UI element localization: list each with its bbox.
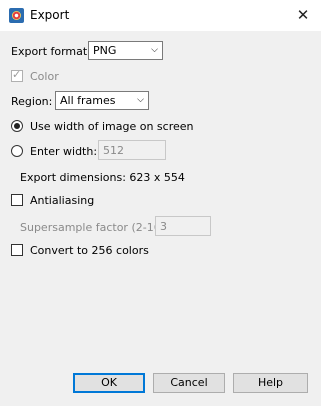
export-format-label: Export format: <box>11 45 91 58</box>
supersample-input[interactable]: 3 <box>155 216 211 236</box>
help-button[interactable]: Help <box>233 373 308 393</box>
export-format-value: PNG <box>93 44 117 57</box>
export-format-select[interactable]: PNG ⌵ <box>88 41 163 60</box>
export-dimensions: Export dimensions: 623 x 554 <box>20 171 185 184</box>
region-label: Region: <box>11 95 53 108</box>
close-icon[interactable]: ✕ <box>289 3 317 27</box>
title-bar: Export ✕ <box>0 0 321 31</box>
width-input-value: 512 <box>103 144 124 157</box>
convert-256-checkbox[interactable] <box>11 244 23 256</box>
radio-enter-width[interactable] <box>11 145 23 157</box>
window-title: Export <box>30 8 70 22</box>
color-checkbox[interactable]: ✓ <box>11 68 23 82</box>
enter-width-label: Enter width: <box>30 145 98 158</box>
region-value: All frames <box>60 94 116 107</box>
supersample-input-value: 3 <box>160 220 167 233</box>
region-select[interactable]: All frames ⌵ <box>55 91 149 110</box>
chevron-down-icon: ⌵ <box>151 45 158 55</box>
check-icon: ✓ <box>12 68 22 81</box>
width-input[interactable]: 512 <box>98 140 166 160</box>
antialiasing-checkbox[interactable] <box>11 194 23 206</box>
chevron-down-icon: ⌵ <box>137 95 144 105</box>
app-icon <box>9 8 24 23</box>
convert-256-label: Convert to 256 colors <box>30 244 149 257</box>
radio-use-screen-width[interactable] <box>11 120 23 132</box>
radio-selected-dot <box>14 123 20 129</box>
use-screen-width-label: Use width of image on screen <box>30 120 194 133</box>
ok-button[interactable]: OK <box>73 373 145 393</box>
cancel-button[interactable]: Cancel <box>153 373 225 393</box>
antialiasing-label: Antialiasing <box>30 194 95 207</box>
supersample-label: Supersample factor (2-16): <box>20 221 169 234</box>
color-label: Color <box>30 70 59 83</box>
